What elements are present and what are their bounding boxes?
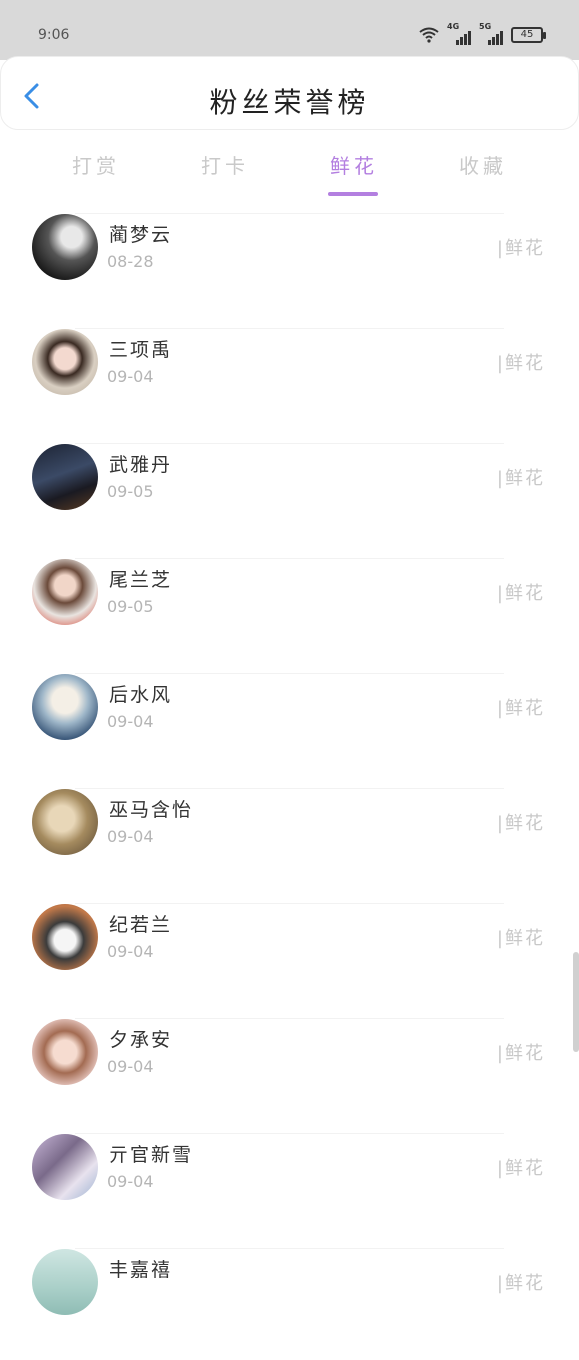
wifi-icon (419, 27, 439, 43)
divider (75, 1133, 504, 1134)
avatar (32, 1019, 98, 1085)
flower-label: |鲜花 (496, 468, 545, 489)
battery-level: 45 (520, 29, 534, 40)
fan-date: 09-04 (107, 1172, 154, 1191)
flower-label: |鲜花 (496, 813, 545, 834)
flower-label: |鲜花 (496, 238, 545, 259)
flower-label: |鲜花 (496, 1158, 545, 1179)
status-icons: 4G 5G 45 (419, 22, 546, 46)
fan-date: 09-04 (107, 827, 154, 846)
fan-date: 09-04 (107, 367, 154, 386)
fan-name: 巫马含怡 (109, 799, 194, 821)
fan-name: 后水风 (109, 684, 173, 706)
list-item[interactable]: 三项禹 09-04 |鲜花 (0, 325, 579, 440)
fan-name: 亓官新雪 (109, 1144, 194, 1166)
flower-label: |鲜花 (496, 928, 545, 949)
avatar (32, 559, 98, 625)
list-item[interactable]: 蔺梦云 08-28 |鲜花 (0, 210, 579, 325)
fan-date: 09-04 (107, 1057, 154, 1076)
fan-name: 纪若兰 (109, 914, 173, 936)
signal-4g-icon: 4G (447, 22, 471, 45)
avatar (32, 674, 98, 740)
list-item[interactable]: 夕承安 09-04 |鲜花 (0, 1015, 579, 1130)
list-item[interactable]: 后水风 09-04 |鲜花 (0, 670, 579, 785)
tab-bar: 打赏 打卡 鲜花 收藏 (0, 140, 579, 200)
divider (75, 788, 504, 789)
fan-date: 09-04 (107, 712, 154, 731)
fan-name: 蔺梦云 (109, 224, 173, 246)
avatar (32, 329, 98, 395)
divider (75, 1018, 504, 1019)
battery-icon: 45 (511, 27, 546, 43)
list-item[interactable]: 巫马含怡 09-04 |鲜花 (0, 785, 579, 900)
divider (75, 673, 504, 674)
page-title: 粉丝荣誉榜 (209, 86, 370, 119)
flower-label: |鲜花 (496, 1273, 545, 1294)
fan-name: 丰嘉禧 (109, 1259, 173, 1281)
page-header: 粉丝荣誉榜 (0, 56, 579, 130)
list-item[interactable]: 武雅丹 09-05 |鲜花 (0, 440, 579, 555)
divider (75, 443, 504, 444)
avatar (32, 904, 98, 970)
avatar (32, 1134, 98, 1200)
list-item[interactable]: 亓官新雪 09-04 |鲜花 (0, 1130, 579, 1245)
list-item[interactable]: 丰嘉禧 |鲜花 (0, 1245, 579, 1360)
tab-flowers[interactable]: 鲜花 (299, 150, 409, 196)
flower-label: |鲜花 (496, 583, 545, 604)
avatar (32, 444, 98, 510)
scrollbar[interactable] (573, 952, 579, 1052)
status-bar: 9:06 4G 5G 45 (0, 0, 579, 60)
fan-name: 尾兰芝 (109, 569, 173, 591)
divider (75, 213, 504, 214)
divider (75, 328, 504, 329)
tab-checkin[interactable]: 打卡 (170, 150, 280, 179)
signal-5g-icon: 5G (479, 22, 503, 45)
fan-list: 蔺梦云 08-28 |鲜花 三项禹 09-04 |鲜花 武雅丹 09-05 |鲜… (0, 210, 579, 1360)
flower-label: |鲜花 (496, 698, 545, 719)
avatar (32, 1249, 98, 1315)
divider (75, 1248, 504, 1249)
divider (75, 558, 504, 559)
list-item[interactable]: 纪若兰 09-04 |鲜花 (0, 900, 579, 1015)
fan-name: 武雅丹 (109, 454, 173, 476)
divider (75, 903, 504, 904)
fan-name: 夕承安 (109, 1029, 173, 1051)
fan-name: 三项禹 (109, 339, 173, 361)
tab-flowers-label: 鲜花 (330, 154, 378, 178)
tab-tip[interactable]: 打赏 (41, 150, 151, 179)
flower-label: |鲜花 (496, 1043, 545, 1064)
list-item[interactable]: 尾兰芝 09-05 |鲜花 (0, 555, 579, 670)
avatar (32, 789, 98, 855)
flower-label: |鲜花 (496, 353, 545, 374)
fan-date: 09-04 (107, 942, 154, 961)
fan-date: 09-05 (107, 597, 154, 616)
tab-favorites[interactable]: 收藏 (428, 150, 538, 179)
tab-active-indicator (328, 192, 378, 196)
fan-date: 09-05 (107, 482, 154, 501)
fan-date: 08-28 (107, 252, 154, 271)
status-time: 9:06 (38, 27, 70, 43)
avatar (32, 214, 98, 280)
